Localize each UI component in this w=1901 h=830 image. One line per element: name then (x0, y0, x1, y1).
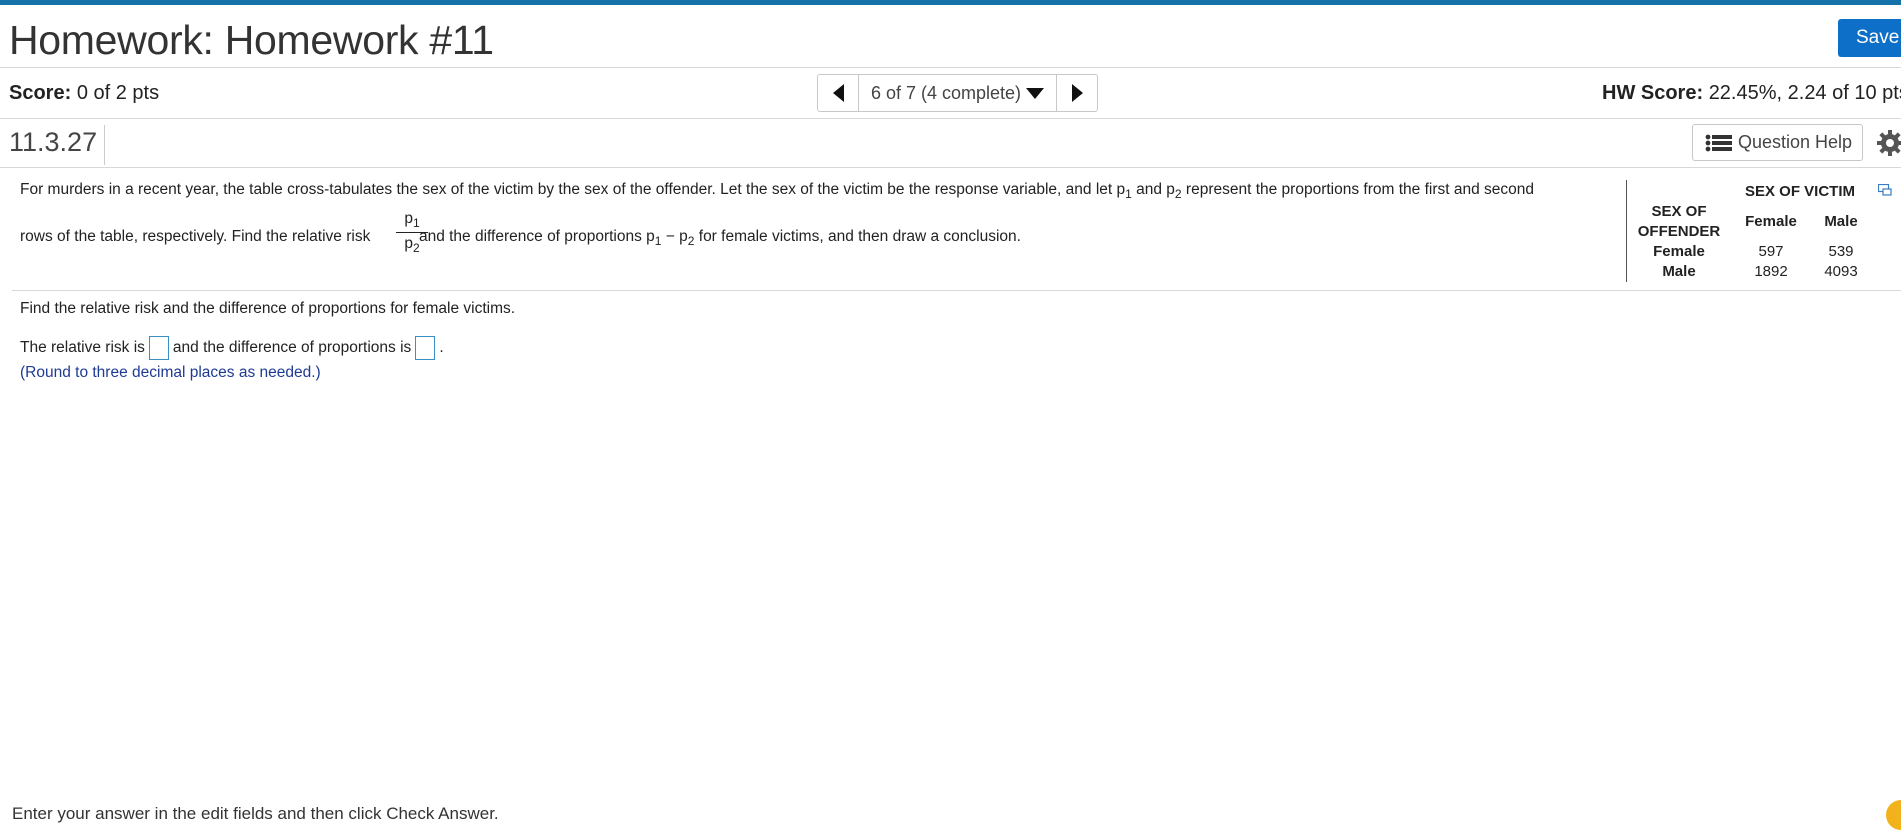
question-selector-dropdown[interactable]: 6 of 7 (4 complete) (858, 75, 1057, 111)
problem-text: and p (1131, 181, 1175, 198)
hw-score-label: HW Score: (1602, 82, 1704, 104)
homework-score: HW Score: 22.45%, 2.24 of 10 pts (1602, 82, 1901, 105)
difference-of-proportions-input[interactable] (415, 336, 436, 360)
table-offender-header-line2: OFFENDER (1637, 223, 1721, 240)
save-button[interactable]: Save (1838, 19, 1901, 57)
table-cell: 4093 (1824, 263, 1858, 280)
answer-middle: and the difference of proportions is (172, 339, 412, 356)
question-help-label: Question Help (1738, 132, 1853, 152)
arrow-left-icon (832, 84, 844, 102)
question-header-row: 11.3.27 Question Help (0, 119, 1901, 168)
relative-risk-input[interactable] (148, 336, 169, 360)
question-help-button[interactable]: Question Help (1692, 124, 1863, 161)
score-value: 0 of 2 pts (76, 82, 160, 104)
help-widget-icon[interactable] (1886, 800, 1901, 830)
question-score: Score: 0 of 2 pts (9, 82, 159, 105)
table-row-label: Female (1653, 243, 1705, 260)
subscript: 1 (1125, 187, 1132, 201)
answer-suffix: . (439, 339, 444, 356)
problem-text: and the difference of proportions p (414, 228, 655, 245)
table-column-header: Female (1745, 213, 1797, 230)
title-row: Homework: Homework #11 Save (0, 5, 1901, 68)
list-icon (1705, 134, 1732, 151)
answer-prefix: The relative risk is (20, 339, 145, 356)
page-title: Homework: Homework #11 (9, 17, 494, 63)
problem-text: For murders in a recent year, the table … (20, 181, 1126, 198)
section-divider (12, 290, 1901, 291)
next-question-button[interactable] (1057, 75, 1097, 111)
subscript: 2 (1174, 187, 1182, 201)
table-column-header: Male (1824, 213, 1858, 230)
table-row-label: Male (1662, 263, 1696, 280)
fraction-letter: p (404, 210, 413, 227)
problem-text: represent the proportions from the first… (1181, 181, 1534, 198)
previous-question-button[interactable] (818, 75, 858, 111)
problem-line-1: For murders in a recent year, the table … (20, 181, 1534, 201)
table-victim-header: SEX OF VICTIM (1745, 183, 1856, 200)
question-id: 11.3.27 (9, 125, 106, 165)
score-label: Score: (9, 82, 72, 104)
table-cell: 1892 (1754, 263, 1788, 280)
part-instruction: Find the relative risk and the differenc… (20, 300, 516, 317)
rounding-note: (Round to three decimal places as needed… (20, 364, 321, 381)
answer-line: The relative risk is and the difference … (20, 336, 444, 360)
popout-icon[interactable] (1878, 184, 1892, 196)
problem-text: rows of the table, respectively. Find th… (20, 228, 375, 245)
hw-score-value: 22.45%, 2.24 of 10 pts (1708, 82, 1901, 104)
footer-instruction: Enter your answer in the edit fields and… (12, 804, 499, 823)
problem-line-2: rows of the table, respectively. Find th… (20, 228, 1021, 248)
gear-icon[interactable] (1876, 129, 1901, 157)
table-offender-header-line1: SEX OF (1651, 203, 1707, 220)
caret-down-icon (1026, 87, 1045, 99)
fraction-numerator: p1 (394, 210, 430, 230)
table-separator (1626, 180, 1627, 282)
arrow-right-icon (1071, 84, 1083, 102)
question-navigator: 6 of 7 (4 complete) (817, 74, 1098, 112)
score-row: Score: 0 of 2 pts 6 of 7 (4 complete) HW… (0, 68, 1901, 119)
table-cell: 539 (1828, 243, 1854, 260)
question-selector-label: 6 of 7 (4 complete) (870, 82, 1022, 103)
table-cell: 597 (1758, 243, 1784, 260)
problem-text: − p (661, 228, 688, 245)
problem-text: for female victims, and then draw a conc… (694, 228, 1021, 245)
